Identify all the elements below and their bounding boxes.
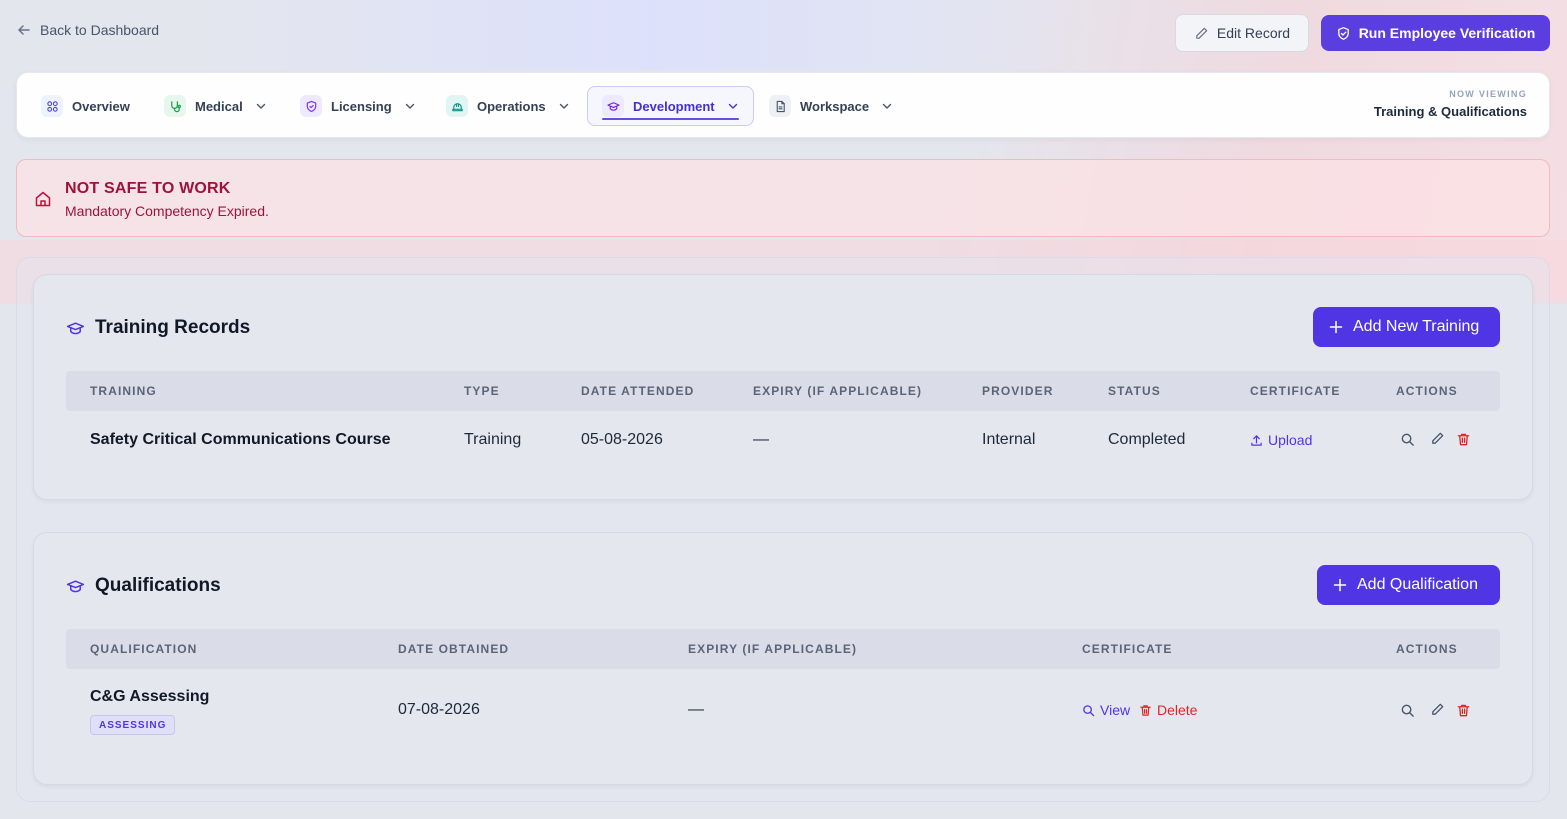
search-icon: [1083, 704, 1095, 716]
chevron-down-icon: [882, 103, 892, 109]
plus-icon: [1329, 320, 1343, 334]
tab-development[interactable]: Development: [587, 86, 754, 126]
alert-title: NOT SAFE TO WORK: [65, 180, 231, 197]
column-header: ACTIONS: [1396, 642, 1458, 656]
training-table-header: TRAINING TYPE DATE ATTENDED EXPIRY (IF A…: [66, 371, 1500, 411]
column-header: QUALIFICATION: [90, 642, 198, 656]
home-icon: [35, 191, 51, 207]
tab-licensing[interactable]: Licensing: [300, 86, 416, 126]
run-verification-label: Run Employee Verification: [1358, 25, 1536, 41]
tab-label: Overview: [72, 98, 130, 114]
trash-icon[interactable]: [1456, 703, 1471, 718]
upload-certificate-link[interactable]: Upload: [1250, 432, 1312, 448]
column-header: ACTIONS: [1396, 384, 1458, 398]
shield-icon: [300, 95, 322, 117]
delete-certificate-link[interactable]: Delete: [1139, 702, 1197, 718]
search-icon[interactable]: [1400, 432, 1415, 447]
grid-icon: [41, 95, 63, 117]
column-header: CERTIFICATE: [1082, 642, 1173, 656]
tab-label: Licensing: [331, 98, 392, 114]
upload-icon: [1251, 434, 1262, 446]
training-records-card: Training Records Add New Training TRAINI…: [33, 274, 1533, 500]
graduation-cap-icon: [66, 579, 85, 592]
upload-label: Upload: [1268, 432, 1313, 448]
plus-icon: [1333, 578, 1347, 592]
chevron-down-icon: [256, 103, 265, 109]
edit-record-button[interactable]: Edit Record: [1175, 14, 1309, 52]
expiry: —: [753, 431, 769, 448]
trash-icon[interactable]: [1456, 432, 1471, 447]
chevron-down-icon: [559, 103, 568, 109]
pencil-icon: [1196, 27, 1208, 39]
column-header: EXPIRY (IF APPLICABLE): [688, 642, 858, 656]
qualifications-table-header: QUALIFICATION DATE OBTAINED EXPIRY (IF A…: [66, 629, 1500, 669]
section-nav: Overview Medical Licensing Operations De…: [16, 72, 1550, 138]
date-obtained: 07-08-2026: [398, 701, 480, 718]
now-viewing-label: NOW VIEWING: [1449, 89, 1527, 99]
add-qualification-label: Add Qualification: [1357, 576, 1478, 593]
training-type: Training: [464, 431, 522, 448]
qualifications-title: Qualifications: [95, 575, 221, 596]
back-to-dashboard-link[interactable]: Back to Dashboard: [16, 22, 159, 38]
pencil-icon[interactable]: [1430, 431, 1445, 446]
active-tab-underline: [602, 118, 739, 120]
tab-workspace[interactable]: Workspace: [769, 86, 893, 126]
column-header: DATE ATTENDED: [581, 384, 695, 398]
delete-label: Delete: [1157, 702, 1198, 718]
tab-label: Operations: [477, 98, 546, 114]
now-viewing: NOW VIEWING Training & Qualifications: [1374, 89, 1527, 119]
arrow-left-icon: [18, 25, 30, 35]
column-header: STATUS: [1108, 384, 1161, 398]
stethoscope-icon: [164, 95, 186, 117]
background-decoration: [200, 0, 1100, 70]
content-container: Training Records Add New Training TRAINI…: [16, 257, 1550, 802]
column-header: TYPE: [464, 384, 500, 398]
qualification-name: C&G Assessing: [90, 688, 210, 705]
alert-message: Mandatory Competency Expired.: [65, 203, 269, 219]
qualifications-card: Qualifications Add Qualification QUALIFI…: [33, 532, 1533, 785]
chevron-down-icon: [728, 103, 737, 109]
add-new-training-button[interactable]: Add New Training: [1313, 307, 1500, 347]
graduation-cap-icon: [66, 321, 85, 334]
tab-medical[interactable]: Medical: [164, 86, 267, 126]
safety-alert: NOT SAFE TO WORK Mandatory Competency Ex…: [16, 159, 1550, 237]
add-qualification-button[interactable]: Add Qualification: [1317, 565, 1500, 605]
chevron-down-icon: [405, 103, 414, 109]
back-label: Back to Dashboard: [40, 22, 160, 38]
view-label: View: [1100, 702, 1131, 718]
tab-overview[interactable]: Overview: [41, 86, 130, 126]
training-records-heading: Training Records: [66, 317, 250, 339]
pencil-icon[interactable]: [1430, 702, 1445, 717]
qualification-tag-badge: ASSESSING: [90, 715, 176, 735]
now-viewing-value: Training & Qualifications: [1373, 104, 1527, 119]
training-name: Safety Critical Communications Course: [90, 431, 391, 448]
column-header: CERTIFICATE: [1250, 384, 1341, 398]
document-icon: [769, 95, 791, 117]
qualifications-heading: Qualifications: [66, 575, 221, 597]
tab-label: Medical: [195, 98, 243, 114]
search-icon[interactable]: [1400, 703, 1415, 718]
tab-label: Workspace: [800, 98, 870, 114]
expiry: —: [688, 701, 704, 718]
tab-label: Development: [633, 98, 715, 114]
add-new-training-label: Add New Training: [1353, 318, 1480, 335]
run-verification-button[interactable]: Run Employee Verification: [1321, 15, 1550, 51]
view-certificate-link[interactable]: View: [1082, 702, 1130, 718]
training-records-title: Training Records: [95, 317, 251, 338]
provider: Internal: [982, 431, 1036, 448]
edit-record-label: Edit Record: [1216, 25, 1291, 41]
hard-hat-icon: [446, 95, 468, 117]
graduation-cap-icon: [602, 95, 624, 117]
date-attended: 05-08-2026: [581, 431, 663, 448]
column-header: PROVIDER: [982, 384, 1054, 398]
column-header: TRAINING: [90, 384, 157, 398]
status: Completed: [1108, 431, 1186, 448]
shield-check-icon: [1337, 26, 1349, 40]
trash-icon: [1140, 704, 1151, 716]
column-header: EXPIRY (IF APPLICABLE): [753, 384, 923, 398]
column-header: DATE OBTAINED: [398, 642, 510, 656]
tab-operations[interactable]: Operations: [446, 86, 570, 126]
